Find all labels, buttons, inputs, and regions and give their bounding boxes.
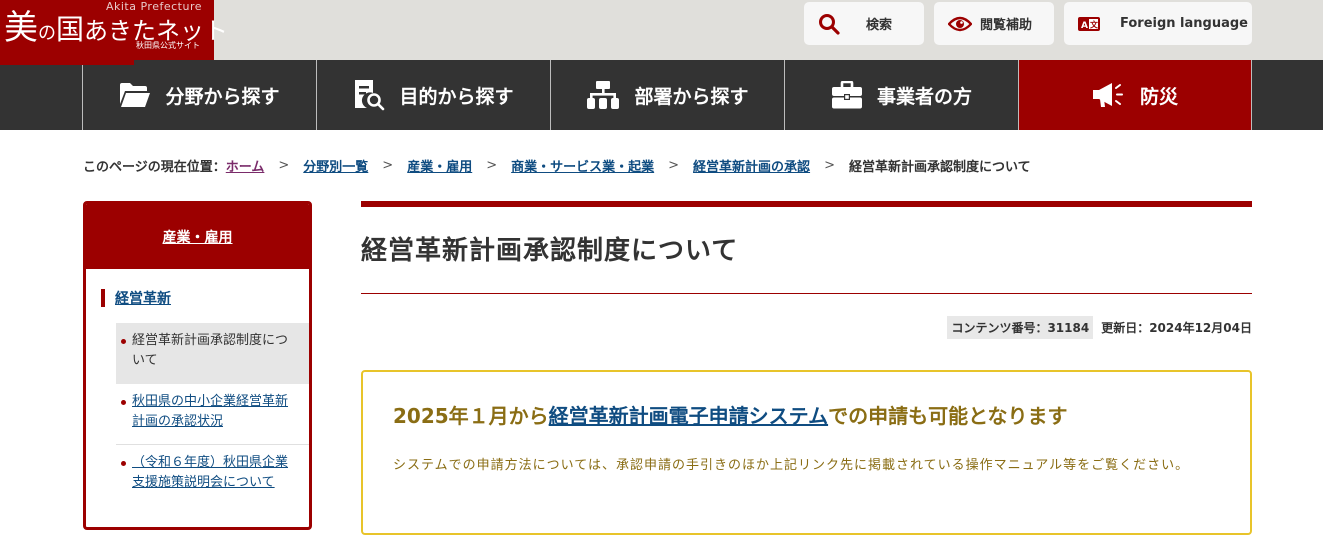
- content-id: コンテンツ番号：31184: [947, 316, 1094, 339]
- eye-icon: [948, 15, 972, 33]
- sidebar-item-approval-status: 秋田県の中小企業経営革新計画の承認状況: [116, 384, 309, 445]
- nav-label: 防災: [1139, 85, 1178, 108]
- foreign-language-button[interactable]: A文 Foreign language: [1064, 2, 1252, 45]
- sidebar: 産業・雇用 経営革新 経営革新計画承認制度について 秋田県の中小企業経営革新計画…: [83, 201, 312, 530]
- svg-text:A: A: [1081, 21, 1088, 31]
- svg-text:文: 文: [1090, 19, 1099, 29]
- search-button-label: 検索: [866, 18, 893, 33]
- notice-box: 2025年１月から経営革新計画電子申請システムでの申請も可能となります システム…: [361, 370, 1252, 535]
- global-nav: 分野から探す 目的から探す 部署から探す 事業者の方 防災: [0, 60, 1323, 130]
- document-search-icon: [353, 79, 385, 111]
- foreign-language-label: Foreign language: [1120, 16, 1248, 31]
- nav-item-business[interactable]: 事業者の方: [784, 60, 1018, 130]
- category-marker: [101, 289, 105, 307]
- breadcrumb-separator: >: [278, 158, 290, 173]
- e-application-system-link[interactable]: 経営革新計画電子申請システム: [549, 404, 828, 428]
- nav-item-disaster-prevention[interactable]: 防災: [1018, 60, 1251, 130]
- page-meta: コンテンツ番号：31184 更新日：2024年12月04日: [947, 316, 1252, 339]
- nav-item-by-department[interactable]: 部署から探す: [550, 60, 784, 130]
- title-top-bar: [361, 201, 1252, 207]
- folder-icon: [119, 82, 151, 108]
- accessibility-button[interactable]: 閲覧補助: [934, 2, 1054, 45]
- sidebar-category: 経営革新: [101, 288, 171, 308]
- sidebar-item-link[interactable]: （令和６年度）秋田県企業支援施策説明会について: [132, 455, 288, 490]
- nav-label: 分野から探す: [165, 85, 280, 108]
- nav-label: 部署から探す: [634, 85, 749, 108]
- sidebar-list: 経営革新計画承認制度について 秋田県の中小企業経営革新計画の承認状況 （令和６年…: [116, 323, 309, 501]
- bullet-icon: [121, 400, 126, 405]
- translate-icon: A文: [1078, 16, 1100, 31]
- breadcrumb-link-commerce[interactable]: 商業・サービス業・起業: [511, 156, 654, 175]
- megaphone-icon: [1092, 82, 1126, 108]
- accessibility-button-label: 閲覧補助: [980, 18, 1033, 33]
- notice-heading: 2025年１月から経営革新計画電子申請システムでの申請も可能となります: [393, 404, 1068, 428]
- breadcrumb-current: 経営革新計画承認制度について: [848, 160, 1031, 175]
- page-title: 経営革新計画承認制度について: [361, 236, 739, 266]
- nav-accent-strip: [0, 60, 134, 65]
- nav-item-by-field[interactable]: 分野から探す: [82, 60, 316, 130]
- org-chart-icon: [586, 81, 620, 109]
- bullet-icon: [121, 461, 126, 466]
- nav-label: 目的から探す: [399, 85, 514, 108]
- sidebar-heading-link[interactable]: 産業・雇用: [163, 227, 233, 247]
- breadcrumb-link-industry[interactable]: 産業・雇用: [407, 156, 472, 175]
- nav-item-by-purpose[interactable]: 目的から探す: [316, 60, 550, 130]
- breadcrumb-link-approval[interactable]: 経営革新計画の承認: [693, 156, 810, 175]
- sidebar-item-current: 経営革新計画承認制度について: [116, 323, 309, 384]
- breadcrumb-separator: >: [824, 158, 835, 173]
- search-button[interactable]: 検索: [804, 2, 924, 45]
- nav-label: 事業者の方: [876, 85, 972, 108]
- breadcrumb-separator: >: [486, 158, 498, 173]
- sidebar-header: 産業・雇用: [86, 204, 309, 269]
- title-divider: [361, 293, 1252, 294]
- breadcrumb-link-home[interactable]: ホーム: [226, 156, 265, 175]
- logo-subtitle: 秋田県公式サイト: [136, 41, 200, 50]
- nav-divider: [1251, 60, 1252, 130]
- breadcrumb: このページの現在位置： ホーム > 分野別一覧 > 産業・雇用 > 商業・サービ…: [83, 156, 1031, 175]
- breadcrumb-separator: >: [382, 158, 394, 173]
- breadcrumb-separator: >: [668, 158, 680, 173]
- bullet-icon: [121, 339, 126, 344]
- notice-body: システムでの申請方法については、承認申請の手引きのほか上記リンク先に掲載されてい…: [393, 458, 1190, 473]
- site-logo[interactable]: Akita Prefecture 美の国あきたネット 秋田県公式サイト: [0, 0, 228, 60]
- site-header: Akita Prefecture 美の国あきたネット 秋田県公式サイト 検索 閲…: [0, 0, 1323, 60]
- sidebar-item-link[interactable]: 秋田県の中小企業経営革新計画の承認状況: [132, 394, 288, 429]
- search-icon: [818, 13, 840, 35]
- breadcrumb-link-fields[interactable]: 分野別一覧: [303, 156, 368, 175]
- sidebar-item-label: 経営革新計画承認制度について: [132, 333, 289, 368]
- sidebar-category-link[interactable]: 経営革新: [115, 288, 171, 308]
- updated-date: 更新日：2024年12月04日: [1101, 321, 1252, 335]
- breadcrumb-lead: このページの現在位置：: [83, 160, 226, 175]
- sidebar-item-briefing: （令和６年度）秋田県企業支援施策説明会について: [116, 445, 309, 501]
- briefcase-icon: [831, 81, 863, 109]
